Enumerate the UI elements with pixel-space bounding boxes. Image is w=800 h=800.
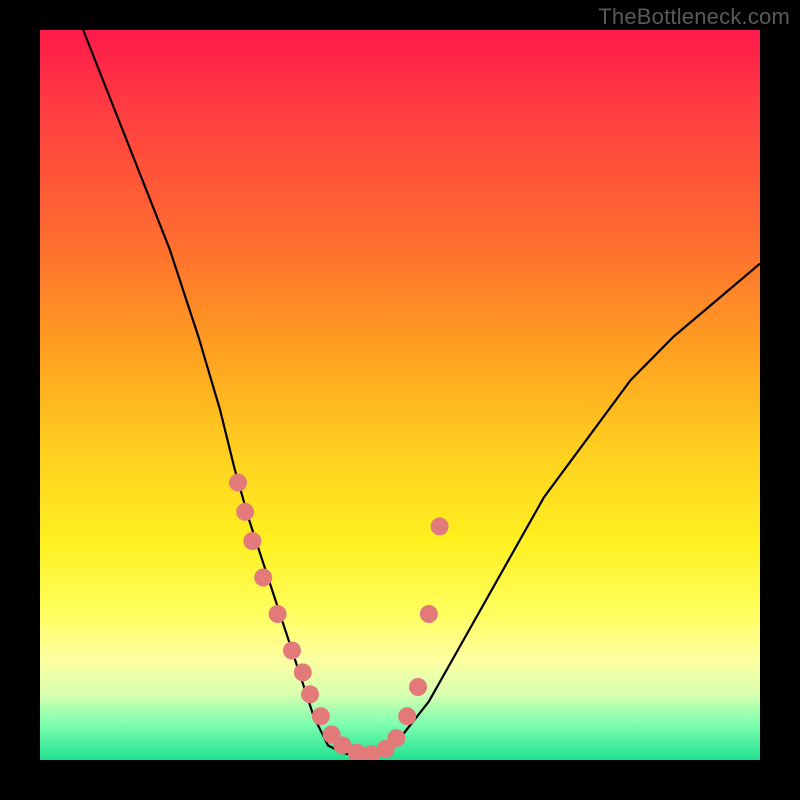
marker-dot xyxy=(243,532,261,550)
marker-dot xyxy=(294,663,312,681)
curve-svg xyxy=(40,30,760,760)
marker-dot xyxy=(301,685,319,703)
marker-dot xyxy=(229,474,247,492)
marker-dot xyxy=(236,503,254,521)
plot-area xyxy=(40,30,760,760)
marker-dot xyxy=(409,678,427,696)
marker-dot xyxy=(431,517,449,535)
marker-dot xyxy=(420,605,438,623)
chart-frame: TheBottleneck.com xyxy=(0,0,800,800)
marker-dot xyxy=(269,605,287,623)
marker-dot xyxy=(387,729,405,747)
marker-dot xyxy=(312,707,330,725)
attribution-text: TheBottleneck.com xyxy=(598,4,790,30)
marker-group xyxy=(229,474,449,760)
marker-dot xyxy=(254,569,272,587)
marker-dot xyxy=(283,642,301,660)
bottleneck-curve-path xyxy=(83,30,760,756)
marker-dot xyxy=(398,707,416,725)
